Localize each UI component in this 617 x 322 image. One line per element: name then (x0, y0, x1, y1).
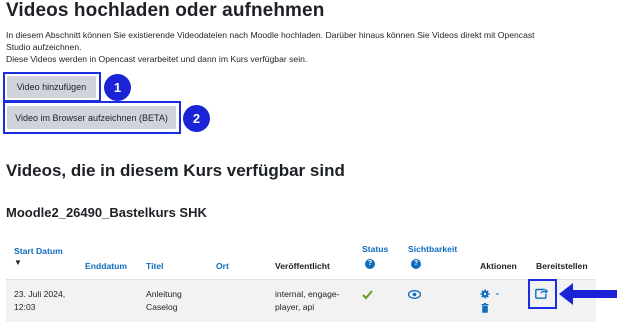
eye-icon[interactable] (408, 290, 421, 299)
step-marker-1: 1 (104, 74, 131, 101)
row-published: internal, engage- player, api (275, 289, 340, 312)
col-end-date[interactable]: Enddatum (85, 261, 127, 272)
share-icon[interactable] (535, 287, 549, 299)
check-icon (362, 290, 373, 300)
chevron-down-icon[interactable]: ⌄ (494, 288, 501, 297)
upload-section-title: Videos hochladen oder aufnehmen (6, 0, 325, 21)
row-title: Anleitung Caselog (146, 289, 182, 312)
help-icon[interactable]: ? (411, 259, 421, 269)
step-marker-2: 2 (183, 105, 210, 132)
sort-down-icon: ▼ (14, 258, 22, 267)
add-video-button[interactable]: Video hinzufügen (7, 76, 96, 98)
col-title[interactable]: Titel (146, 261, 164, 272)
col-location[interactable]: Ort (216, 261, 229, 272)
col-start-date[interactable]: Start Datum ▼ (14, 246, 74, 268)
trash-icon[interactable] (481, 303, 489, 313)
row-start-date: 23. Juli 2024, 12:03 (14, 289, 66, 312)
col-actions: Aktionen (480, 261, 517, 271)
gear-icon[interactable] (480, 289, 490, 299)
col-provide: Bereitstellen (536, 261, 588, 271)
course-title: Moodle2_26490_Bastelkurs SHK (6, 205, 207, 220)
upload-intro-text: In diesem Abschnitt können Sie existiere… (6, 30, 535, 64)
record-video-button[interactable]: Video im Browser aufzeichnen (BETA) (7, 106, 176, 129)
arrow-left-icon (559, 283, 617, 305)
col-published: Veröffentlicht (275, 261, 330, 271)
available-videos-title: Videos, die in diesem Kurs verfügbar sin… (6, 161, 345, 180)
col-visibility[interactable]: Sichtbarkeit ? (408, 244, 457, 269)
col-status[interactable]: Status ? (362, 244, 388, 269)
help-icon[interactable]: ? (365, 259, 375, 269)
